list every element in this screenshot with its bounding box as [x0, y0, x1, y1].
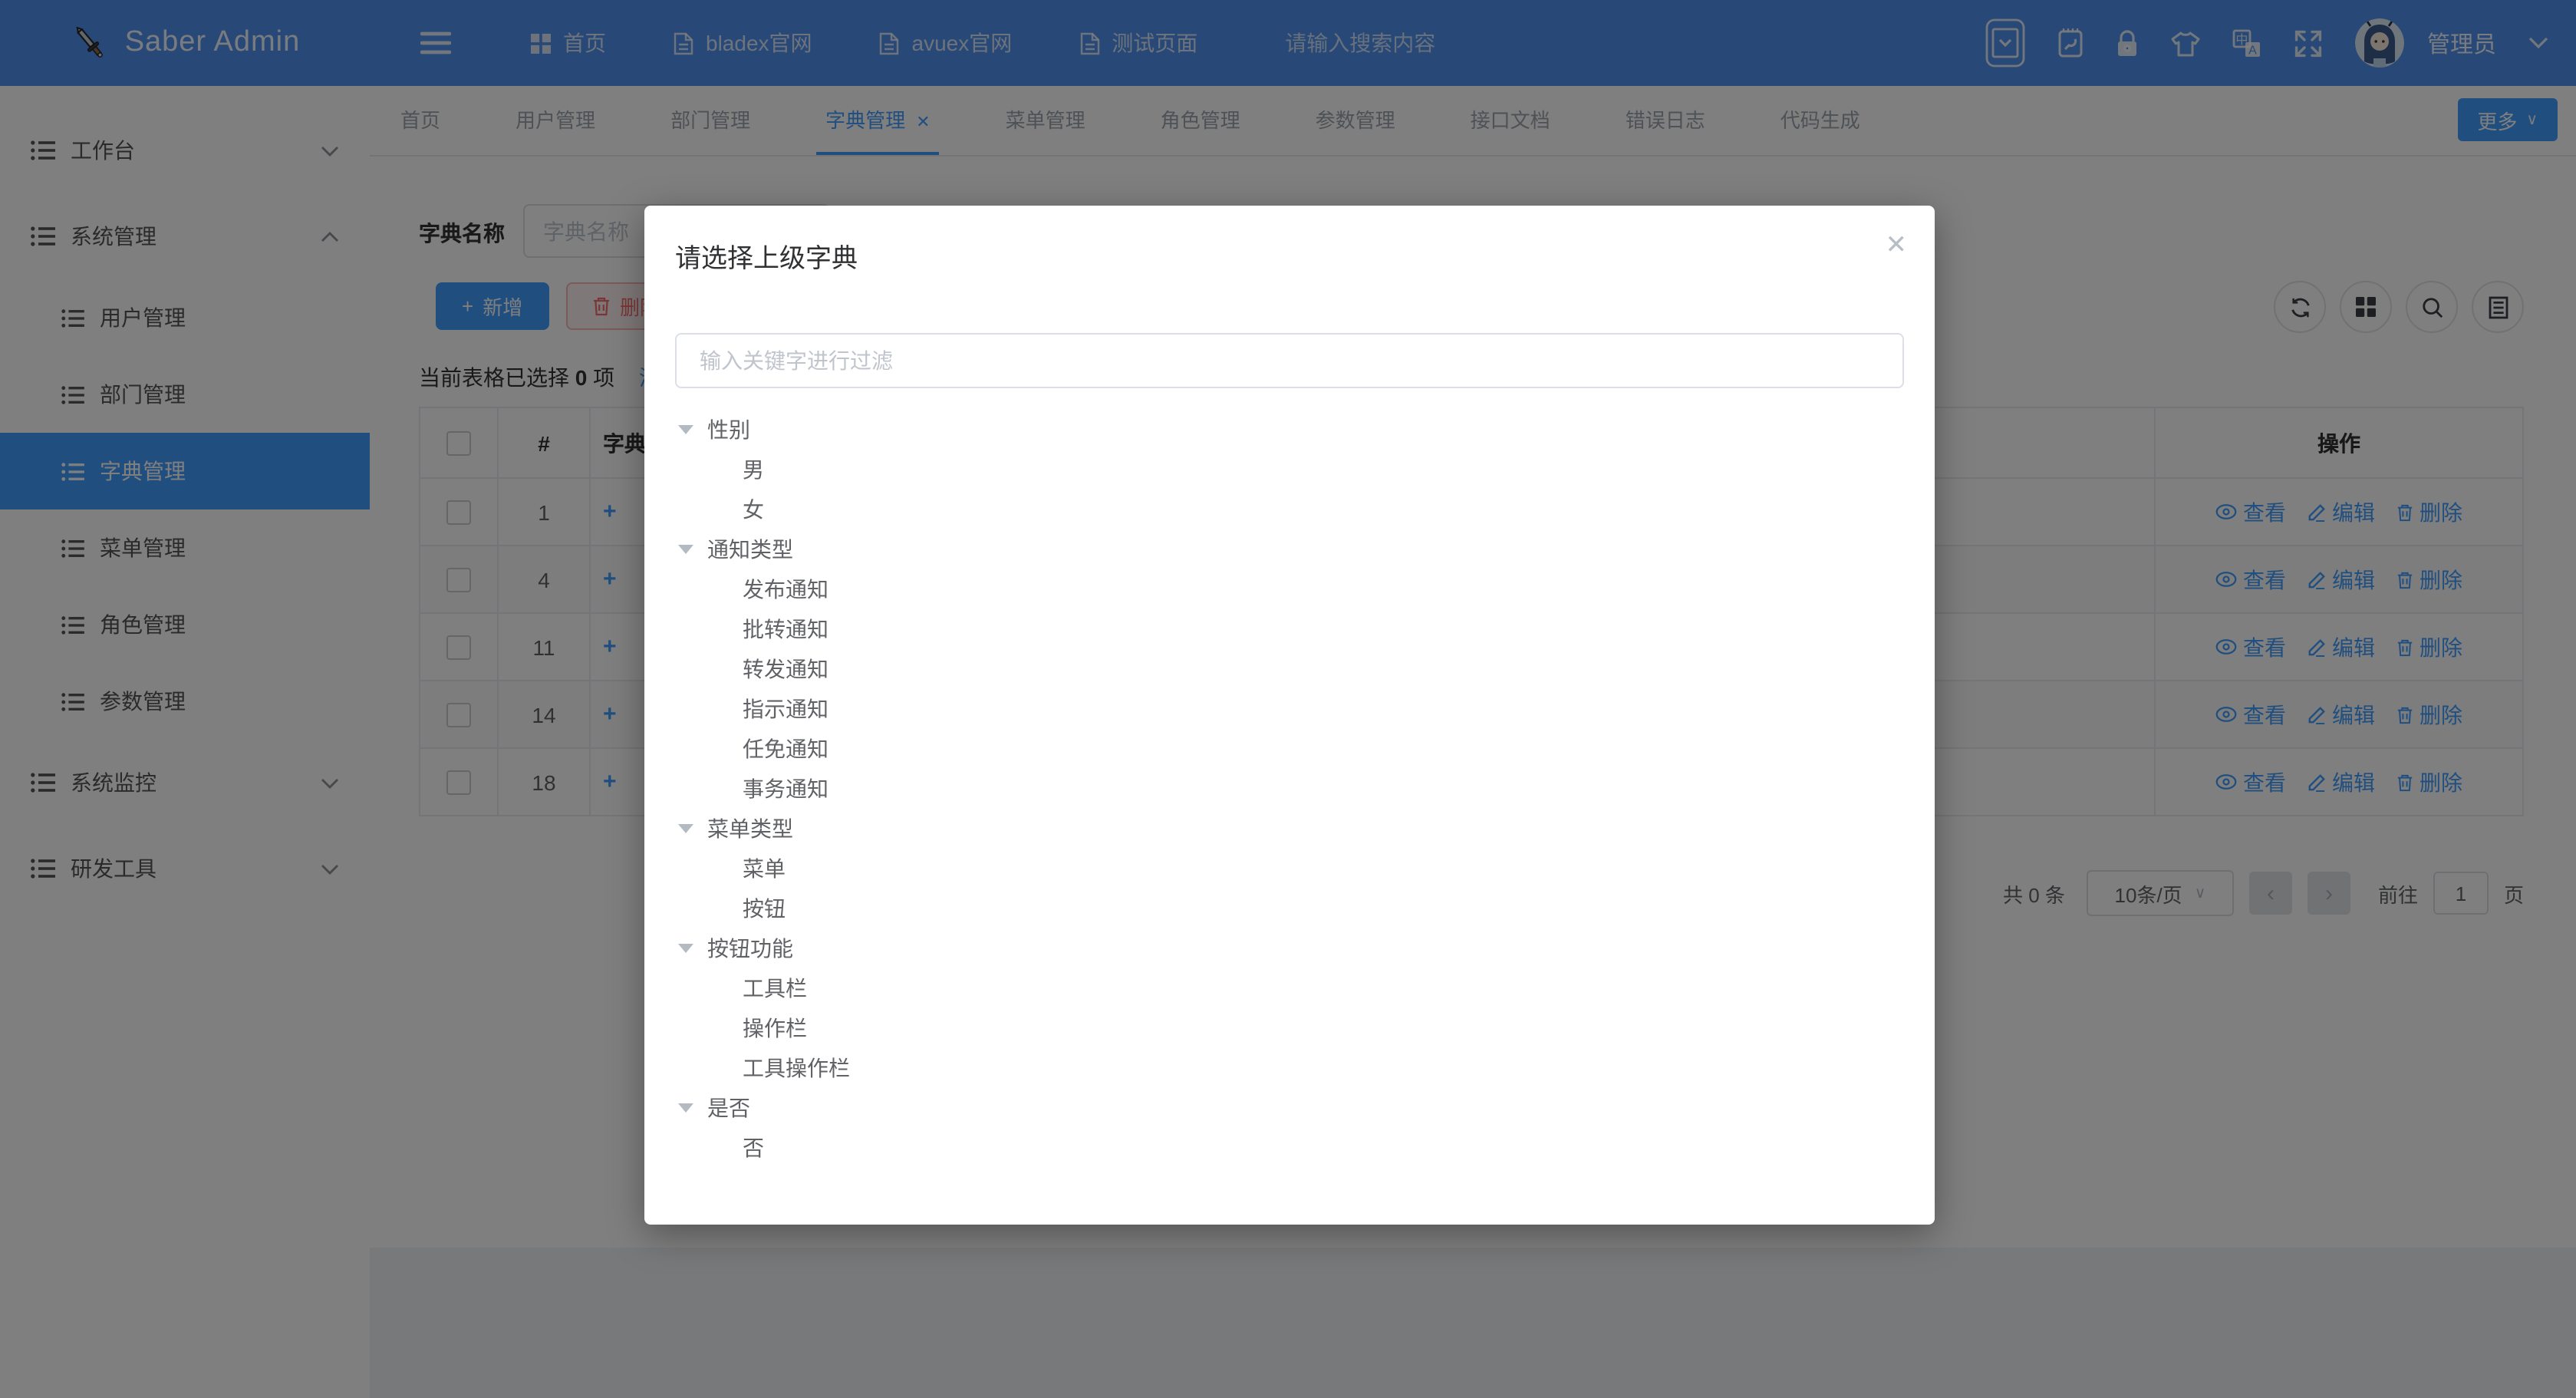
caret-expanded-icon[interactable] — [678, 545, 693, 554]
caret-expanded-icon[interactable] — [678, 824, 693, 833]
tree-node[interactable]: 转发通知 — [644, 649, 1935, 689]
tree-node[interactable]: 性别 — [644, 410, 1935, 450]
tree-node[interactable]: 指示通知 — [644, 689, 1935, 729]
dict-tree: 性别 男 女 通知类型 发布通知 批转通知 转发通知 指示通知 任免通知 事务通… — [644, 410, 1935, 1168]
tree-node[interactable]: 发布通知 — [644, 569, 1935, 609]
dialog-title: 请选择上级字典 — [675, 236, 858, 275]
tree-node[interactable]: 通知类型 — [644, 529, 1935, 569]
tree-node[interactable]: 否 — [644, 1128, 1935, 1168]
tree-node[interactable]: 操作栏 — [644, 1008, 1935, 1048]
tree-node[interactable]: 菜单类型 — [644, 809, 1935, 849]
tree-node[interactable]: 男 — [644, 450, 1935, 490]
caret-expanded-icon[interactable] — [678, 1103, 693, 1113]
tree-node[interactable]: 按钮 — [644, 889, 1935, 928]
tree-node[interactable]: 事务通知 — [644, 769, 1935, 809]
tree-node[interactable]: 工具栏 — [644, 968, 1935, 1008]
tree-node[interactable]: 按钮功能 — [644, 928, 1935, 968]
caret-expanded-icon[interactable] — [678, 944, 693, 953]
tree-node[interactable]: 是否 — [644, 1088, 1935, 1128]
caret-expanded-icon[interactable] — [678, 425, 693, 434]
tree-filter-input[interactable] — [675, 333, 1904, 388]
app-root: Saber Admin 首页 bladex官网 — [0, 0, 2576, 1398]
tree-node[interactable]: 菜单 — [644, 849, 1935, 889]
tree-node[interactable]: 任免通知 — [644, 729, 1935, 769]
tree-node[interactable]: 工具操作栏 — [644, 1048, 1935, 1088]
tree-node[interactable]: 批转通知 — [644, 609, 1935, 649]
close-dialog-icon[interactable]: ✕ — [1886, 232, 1908, 258]
parent-dict-dialog: 请选择上级字典 ✕ 性别 男 女 通知类型 发布通知 批转通知 转发通知 指示通… — [644, 206, 1935, 1225]
tree-node[interactable]: 女 — [644, 490, 1935, 529]
